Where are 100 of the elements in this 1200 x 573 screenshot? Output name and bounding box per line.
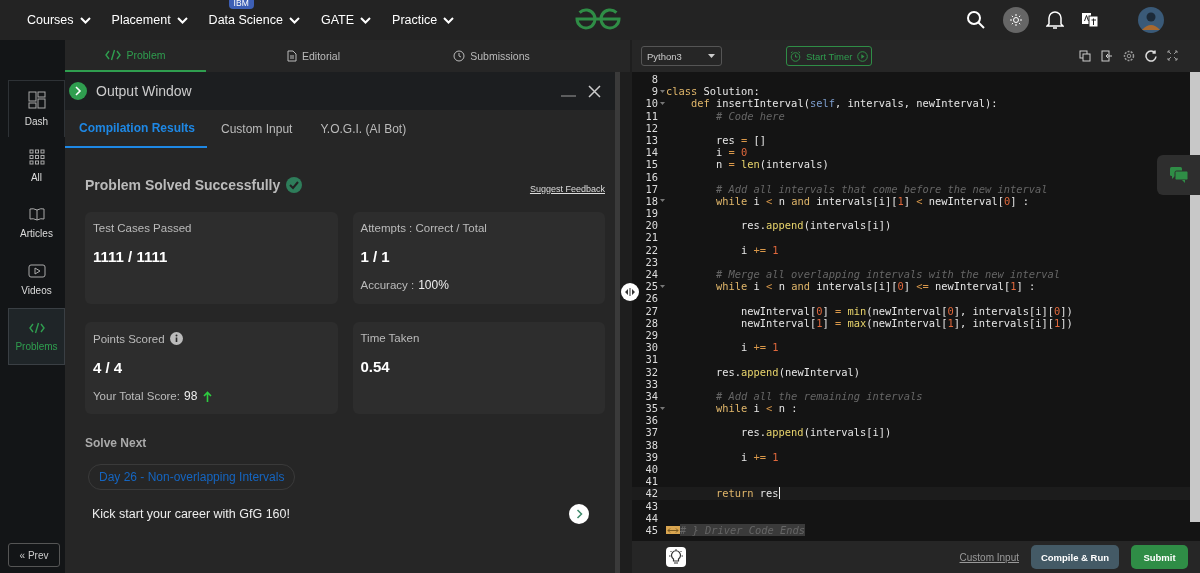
line-number: 13 — [645, 133, 658, 147]
play-icon — [857, 50, 869, 62]
resize-handle-icon[interactable] — [621, 283, 639, 301]
copy-icon[interactable] — [1079, 50, 1091, 62]
line-number: 41 — [645, 475, 658, 488]
alarm-icon — [790, 50, 801, 62]
chevron-down-icon — [360, 16, 372, 24]
tab[interactable]: Compilation Results — [65, 110, 207, 148]
line-number: 33 — [645, 377, 658, 390]
tab[interactable]: Editorial — [243, 40, 384, 72]
tab[interactable]: Y.O.G.I. (AI Bot) — [306, 110, 421, 148]
chat-icon — [1168, 166, 1189, 184]
book-icon — [28, 206, 45, 221]
chevron-down-icon — [79, 16, 91, 24]
submit-button[interactable]: Submit — [1131, 545, 1188, 569]
reset-icon[interactable] — [1145, 50, 1157, 62]
logo-icon[interactable] — [574, 7, 622, 31]
sidebar-item[interactable]: All — [8, 137, 65, 194]
start-timer-button[interactable]: Start Timer — [786, 46, 873, 66]
grid-icon — [28, 148, 45, 165]
line-number: 30 — [645, 341, 658, 354]
caret-icon — [708, 54, 715, 58]
avatar[interactable] — [1138, 7, 1164, 33]
line-number: 38 — [645, 438, 658, 451]
folded-code-icon[interactable] — [666, 526, 680, 535]
nav-menu[interactable]: Placement — [111, 13, 188, 27]
chat-button[interactable] — [1157, 155, 1200, 195]
line-number: 32 — [645, 365, 658, 378]
settings-icon[interactable] — [1123, 50, 1135, 62]
line-number: 36 — [645, 414, 658, 427]
code-line: # Merge all overlapping intervals with the new interval — [715, 268, 1061, 281]
line-number: 12 — [645, 121, 658, 134]
play-icon — [27, 263, 46, 278]
line-number: 39 — [645, 450, 658, 463]
dashboard-icon — [27, 91, 46, 109]
translate-icon[interactable] — [1081, 12, 1099, 28]
clock-icon — [453, 50, 466, 62]
prev-button[interactable]: « Prev — [8, 543, 60, 567]
tab[interactable]: Custom Input — [207, 110, 307, 148]
code-line: res = [] — [715, 133, 767, 147]
stat-value: 4 / 4 — [93, 359, 124, 376]
nav-menu[interactable]: Courses — [27, 13, 91, 27]
line-number: 11 — [645, 109, 658, 122]
line-number: 14 — [645, 146, 658, 159]
line-number: 45 — [645, 523, 658, 537]
close-icon[interactable] — [588, 84, 601, 98]
stat-label: Test Cases Passed — [93, 222, 192, 234]
nav-menu[interactable]: GATE — [320, 13, 372, 27]
theme-toggle-button[interactable] — [1003, 7, 1029, 33]
chevron-right-icon[interactable] — [69, 82, 87, 100]
stat-label: Points Scored — [93, 332, 165, 345]
nav-menu[interactable]: Practice — [392, 13, 455, 27]
chevron-right-icon — [575, 509, 583, 519]
sun-icon — [1010, 14, 1022, 26]
stat-value: 1111 / 1111 — [93, 248, 169, 265]
chevron-down-icon — [443, 16, 455, 24]
code-line: newInterval[0] = min(newInterval[0], intervals[i][0]) — [740, 304, 1073, 317]
code-line: res.append(newInterval) — [715, 365, 860, 378]
code-line: res.append(intervals[i]) — [740, 219, 892, 232]
code-line: # Code here — [715, 109, 785, 122]
code-line: n = len(intervals) — [715, 158, 829, 171]
stat-value: 1 / 1 — [360, 248, 391, 265]
code-line: i += 1 — [740, 341, 779, 354]
code-line: class Solution: — [666, 85, 760, 98]
line-number: 25 — [645, 280, 658, 293]
feedback-link[interactable]: Suggest Feedback — [529, 184, 605, 194]
line-number: 18 — [645, 194, 658, 208]
status-text: Problem Solved Successfully — [85, 177, 281, 193]
line-number: 42 — [645, 487, 658, 500]
line-number: 21 — [645, 231, 658, 244]
line-number: 15 — [645, 158, 658, 171]
bell-icon[interactable] — [1046, 10, 1064, 30]
text-cursor — [778, 487, 780, 500]
scrollbar[interactable] — [1190, 72, 1200, 522]
next-button[interactable] — [569, 504, 589, 524]
info-icon[interactable] — [169, 332, 183, 345]
fullscreen-icon[interactable] — [1167, 50, 1178, 62]
code-line: newInterval[1] = max(newInterval[1], intervals[i][1]) — [740, 316, 1073, 329]
promo-text: Kick start your career with GfG 160! — [92, 507, 291, 521]
language-dropdown[interactable]: Python3 — [641, 46, 722, 66]
code-line: # Add all the remaining intervals — [715, 389, 923, 403]
line-number: 28 — [645, 316, 658, 329]
line-number: 26 — [645, 292, 658, 305]
import-icon[interactable] — [1101, 50, 1113, 62]
hint-button[interactable] — [666, 547, 686, 567]
tab[interactable]: Submissions — [421, 40, 562, 72]
search-icon[interactable] — [966, 10, 986, 30]
document-icon — [287, 50, 298, 62]
sidebar-item[interactable]: Problems — [8, 308, 65, 365]
line-number: 16 — [645, 170, 658, 183]
line-number: 20 — [645, 219, 658, 232]
custom-input-link[interactable]: Custom Input — [959, 551, 1019, 563]
check-circle-icon — [286, 177, 303, 193]
sidebar-item[interactable]: Articles — [8, 194, 65, 251]
code-line: i = 0 — [715, 146, 748, 159]
line-number: 24 — [645, 268, 658, 281]
sidebar-item[interactable]: Videos — [8, 251, 65, 308]
stat-note-label: Your Total Score: — [93, 390, 180, 402]
code-icon — [105, 49, 122, 61]
compile-run-button[interactable]: Compile & Run — [1031, 545, 1119, 569]
